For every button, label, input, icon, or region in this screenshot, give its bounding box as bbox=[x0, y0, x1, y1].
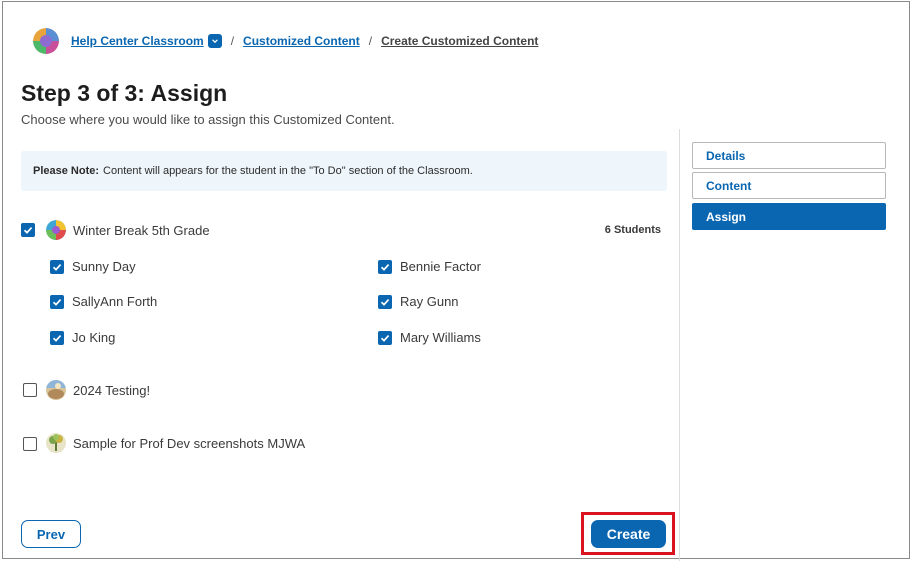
prev-button[interactable]: Prev bbox=[21, 520, 81, 548]
note-label: Please Note: bbox=[33, 165, 100, 177]
breadcrumb-current[interactable]: Create Customized Content bbox=[381, 34, 538, 48]
class-name: Winter Break 5th Grade bbox=[73, 223, 210, 238]
student-checkbox-jo-king[interactable] bbox=[50, 331, 64, 345]
step-tab-assign[interactable]: Assign bbox=[692, 203, 886, 230]
student-checkbox-bennie-factor[interactable] bbox=[378, 260, 392, 274]
note-banner: Please Note: Content will appears for th… bbox=[21, 151, 667, 191]
note-text: Content will appears for the student in … bbox=[103, 165, 473, 177]
breadcrumb-classroom-link[interactable]: Help Center Classroom bbox=[71, 34, 204, 48]
class-name: Sample for Prof Dev screenshots MJWA bbox=[73, 436, 306, 451]
breadcrumb-separator: / bbox=[230, 34, 235, 48]
class-avatar-2024-testing bbox=[46, 380, 66, 400]
class-checkbox-winter-break[interactable] bbox=[21, 223, 35, 237]
page-subtitle: Choose where you would like to assign th… bbox=[21, 112, 395, 127]
checkmark-icon bbox=[52, 264, 62, 271]
class-checkbox-2024-testing[interactable] bbox=[23, 383, 37, 397]
chevron-down-icon[interactable] bbox=[207, 34, 222, 48]
step-tab-details[interactable]: Details bbox=[692, 142, 886, 169]
student-checkbox-sallyann-forth[interactable] bbox=[50, 295, 64, 309]
class-avatar-sample-prof-dev bbox=[46, 433, 66, 453]
checkmark-icon bbox=[380, 299, 390, 306]
class-avatar-winter-break bbox=[46, 220, 66, 240]
student-checkbox-ray-gunn[interactable] bbox=[378, 295, 392, 309]
checkmark-icon bbox=[380, 335, 390, 342]
checkmark-icon bbox=[52, 335, 62, 342]
breadcrumb-section-link[interactable]: Customized Content bbox=[243, 34, 360, 48]
class-name: 2024 Testing! bbox=[73, 383, 151, 398]
breadcrumb: Help Center Classroom / Customized Conte… bbox=[33, 27, 538, 55]
student-checkbox-mary-williams[interactable] bbox=[378, 331, 392, 345]
student-name: Jo King bbox=[72, 330, 116, 345]
student-name: SallyAnn Forth bbox=[72, 294, 158, 309]
student-count: 6 Students bbox=[604, 224, 661, 236]
create-button[interactable]: Create bbox=[591, 520, 666, 548]
student-checkbox-sunny-day[interactable] bbox=[50, 260, 64, 274]
panel-divider bbox=[679, 129, 680, 561]
classroom-avatar bbox=[33, 28, 59, 54]
student-name: Ray Gunn bbox=[400, 294, 459, 309]
student-name: Sunny Day bbox=[72, 259, 136, 274]
checkmark-icon bbox=[380, 264, 390, 271]
class-checkbox-sample-prof-dev[interactable] bbox=[23, 437, 37, 451]
checkmark-icon bbox=[52, 299, 62, 306]
student-name: Bennie Factor bbox=[400, 259, 481, 274]
step-tab-content[interactable]: Content bbox=[692, 172, 886, 199]
checkmark-icon bbox=[23, 227, 33, 234]
student-name: Mary Williams bbox=[400, 330, 481, 345]
app-frame: Help Center Classroom / Customized Conte… bbox=[2, 1, 910, 561]
breadcrumb-separator: / bbox=[368, 34, 373, 48]
page-title: Step 3 of 3: Assign bbox=[21, 80, 228, 106]
